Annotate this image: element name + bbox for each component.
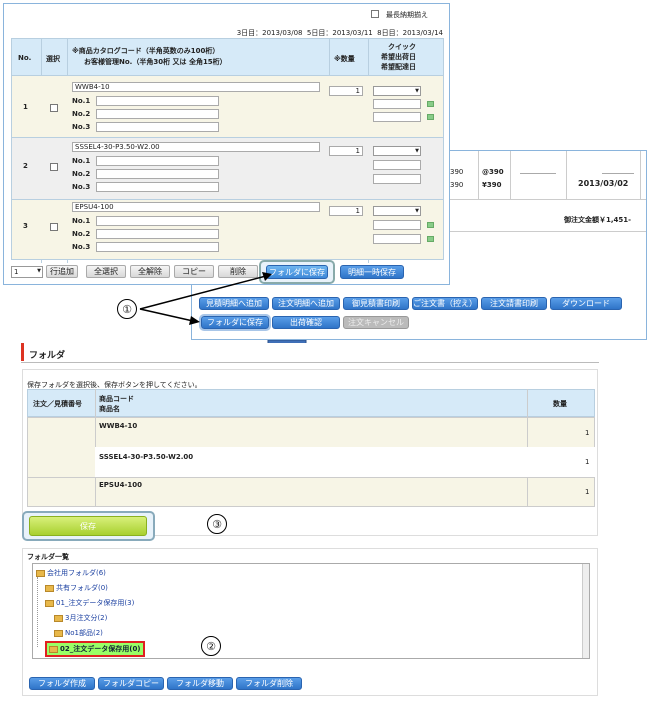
item-code: SSSEL4-30-P3.50-W2.00 <box>99 453 194 461</box>
col-product-name: 商品名 <box>99 405 120 413</box>
tree-label: 3月注文分(2) <box>65 614 108 622</box>
tree-item-shared[interactable]: 共有フォルダ(0) <box>45 583 108 593</box>
tree-item-company[interactable]: 会社用フォルダ(6) <box>36 568 106 578</box>
item-code: EPSU4-100 <box>99 481 143 489</box>
tree-label: 会社用フォルダ(6) <box>47 569 106 577</box>
item-qty: 1 <box>585 458 590 466</box>
folder-icon <box>49 645 58 653</box>
folder-icon <box>45 599 54 607</box>
tree-item-02-selected[interactable]: 02_注文データ保存用(0) <box>45 641 145 657</box>
item-code: WWB4-10 <box>99 422 138 430</box>
tree-item-no1[interactable]: No1部品(2) <box>54 628 103 638</box>
folder-title: フォルダ <box>29 351 66 361</box>
folder-icon <box>36 569 45 577</box>
annotation-3: ③ <box>207 514 227 534</box>
folder-icon <box>54 629 63 637</box>
annotation-2: ② <box>201 636 221 656</box>
folder-icon <box>54 614 63 622</box>
item-qty: 1 <box>585 429 590 437</box>
tree-label: 01_注文データ保存用(3) <box>56 599 135 607</box>
col-qty: 数量 <box>553 400 567 408</box>
folder-section: フォルダ 保存フォルダを選択後、保存ボタンを押してください。 注文／見積番号 商… <box>21 343 599 698</box>
folder-icon <box>45 584 54 592</box>
col-product-code: 商品コード <box>99 395 134 403</box>
tree-label: 02_注文データ保存用(0) <box>60 645 141 653</box>
tree-scrollbar[interactable] <box>582 564 589 658</box>
item-qty: 1 <box>585 488 590 496</box>
col-order-no: 注文／見積番号 <box>33 400 82 408</box>
folder-list-title: フォルダ一覧 <box>27 553 69 561</box>
folder-create-button[interactable]: フォルダ作成 <box>29 677 95 690</box>
save-button[interactable]: 保存 <box>29 516 147 536</box>
folder-copy-button[interactable]: フォルダコピー <box>98 677 164 690</box>
folder-move-button[interactable]: フォルダ移動 <box>167 677 233 690</box>
tree-label: 共有フォルダ(0) <box>56 584 108 592</box>
tree-item-march[interactable]: 3月注文分(2) <box>54 613 107 623</box>
tree-item-01[interactable]: 01_注文データ保存用(3) <box>45 598 134 608</box>
tree-label: No1部品(2) <box>65 629 103 637</box>
folder-delete-button[interactable]: フォルダ削除 <box>236 677 302 690</box>
